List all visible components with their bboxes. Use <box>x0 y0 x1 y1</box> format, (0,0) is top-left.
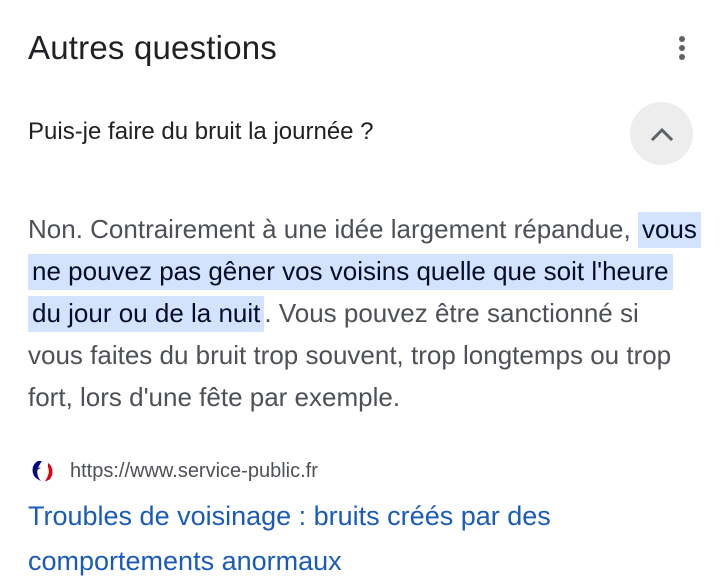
more-vert-icon <box>679 36 685 60</box>
answer-intro: Non. Contrairement à une idée largement … <box>28 214 638 244</box>
source-url: https://www.service-public.fr <box>70 459 318 482</box>
source-row[interactable]: https://www.service-public.fr <box>28 454 318 488</box>
chevron-up-icon <box>650 127 673 141</box>
section-title: Autres questions <box>28 29 278 66</box>
result-link[interactable]: Troubles de voisinage : bruits créés par… <box>28 494 668 584</box>
answer-text: Non. Contrairement à une idée largement … <box>28 208 701 418</box>
marianne-logo-icon <box>28 456 58 486</box>
collapse-question-button[interactable] <box>630 102 693 165</box>
more-options-button[interactable] <box>664 28 700 68</box>
question-text[interactable]: Puis-je faire du bruit la journée ? <box>28 114 374 150</box>
